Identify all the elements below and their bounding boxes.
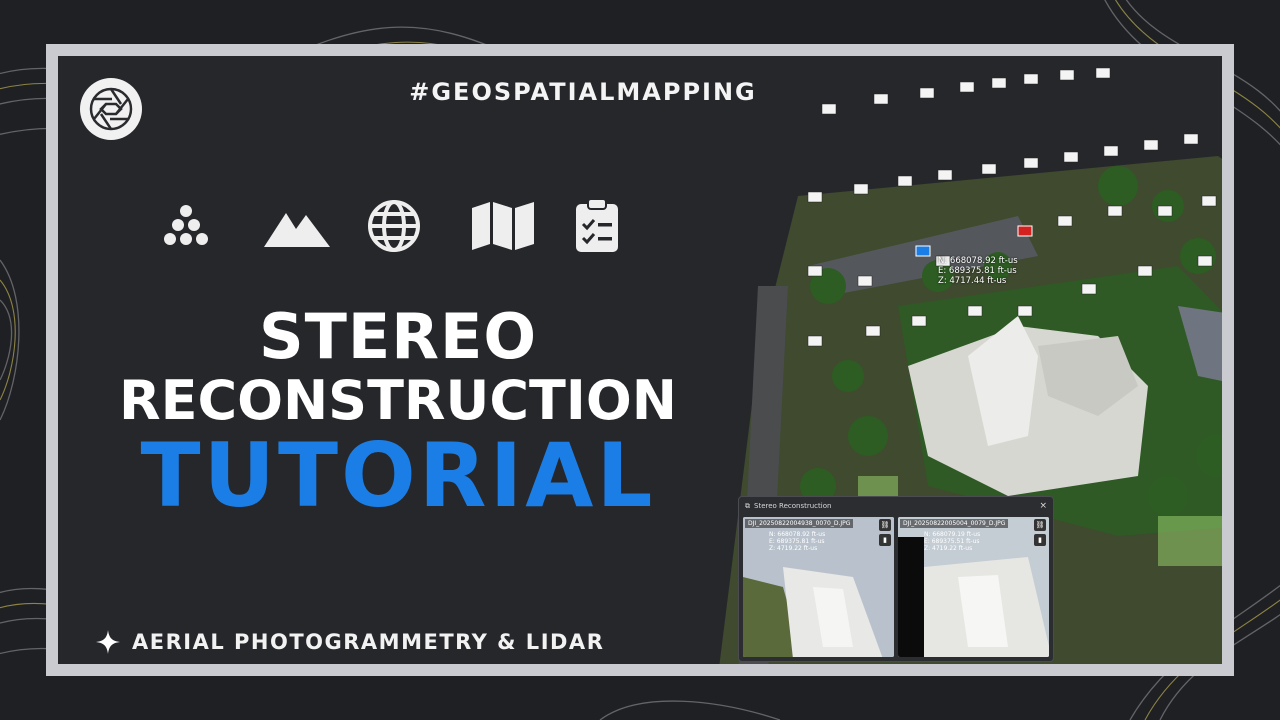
feature-icon-row — [158, 196, 678, 256]
stereo-icon: ⧉ — [745, 501, 750, 510]
panel-header: ⧉ Stereo Reconstruction × — [739, 497, 1053, 515]
camera-aperture-logo-icon — [80, 78, 142, 140]
title-line-reconstruction: RECONSTRUCTION — [118, 369, 677, 432]
trash-icon[interactable]: ▮ — [1034, 534, 1046, 546]
subtitle-text: AERIAL PHOTOGRAMMETRY & LIDAR — [132, 630, 605, 654]
left-stereo-view[interactable]: DJI_20250822004938_0070_D.JPG N: 668078.… — [743, 517, 894, 657]
close-icon[interactable]: × — [1039, 501, 1047, 511]
left-coord-e: E: 689375.81 ft-us — [769, 538, 825, 545]
mountain-icon — [262, 196, 366, 256]
stereo-reconstruction-panel: ⧉ Stereo Reconstruction × DJI_2025082200… — [738, 496, 1054, 662]
left-view-filename: DJI_20250822004938_0070_D.JPG — [745, 519, 854, 528]
right-coord-n: N: 668079.19 ft-us — [924, 531, 981, 538]
link-icon[interactable]: ⛓ — [879, 519, 891, 531]
sparkle-icon — [96, 630, 120, 654]
coord-e: E: 689375.81 ft-us — [938, 266, 1017, 276]
map-icon — [470, 196, 574, 256]
right-coord-z: Z: 4719.22 ft-us — [924, 545, 973, 552]
left-coord-z: Z: 4719.22 ft-us — [769, 545, 818, 552]
right-view-coords: N: 668079.19 ft-us E: 689375.51 ft-us Z:… — [924, 531, 980, 552]
link-icon[interactable]: ⛓ — [1034, 519, 1046, 531]
title-line-tutorial: TUTORIAL — [140, 424, 656, 527]
content-frame: #GEOSPATIALMAPPING STEREO RECONSTRUCTION… — [46, 44, 1234, 676]
right-coord-e: E: 689375.51 ft-us — [924, 538, 980, 545]
left-view-coords: N: 668078.92 ft-us E: 689375.81 ft-us Z:… — [769, 531, 825, 552]
panel-title: Stereo Reconstruction — [754, 502, 832, 510]
right-stereo-view[interactable]: DJI_20250822005004_0079_D.JPG N: 668079.… — [898, 517, 1049, 657]
left-coord-n: N: 668078.92 ft-us — [769, 531, 826, 538]
coord-n: N: 668078.92 ft-us — [938, 256, 1018, 266]
right-view-filename: DJI_20250822005004_0079_D.JPG — [900, 519, 1009, 528]
map-coordinate-readout: N: 668078.92 ft-us E: 689375.81 ft-us Z:… — [938, 256, 1018, 286]
clipboard-checklist-icon — [574, 196, 678, 256]
subtitle: AERIAL PHOTOGRAMMETRY & LIDAR — [96, 630, 604, 654]
globe-icon — [366, 196, 470, 256]
title-line-stereo: STEREO — [258, 300, 538, 373]
coord-z: Z: 4717.44 ft-us — [938, 276, 1007, 286]
points-icon — [158, 196, 262, 256]
trash-icon[interactable]: ▮ — [879, 534, 891, 546]
